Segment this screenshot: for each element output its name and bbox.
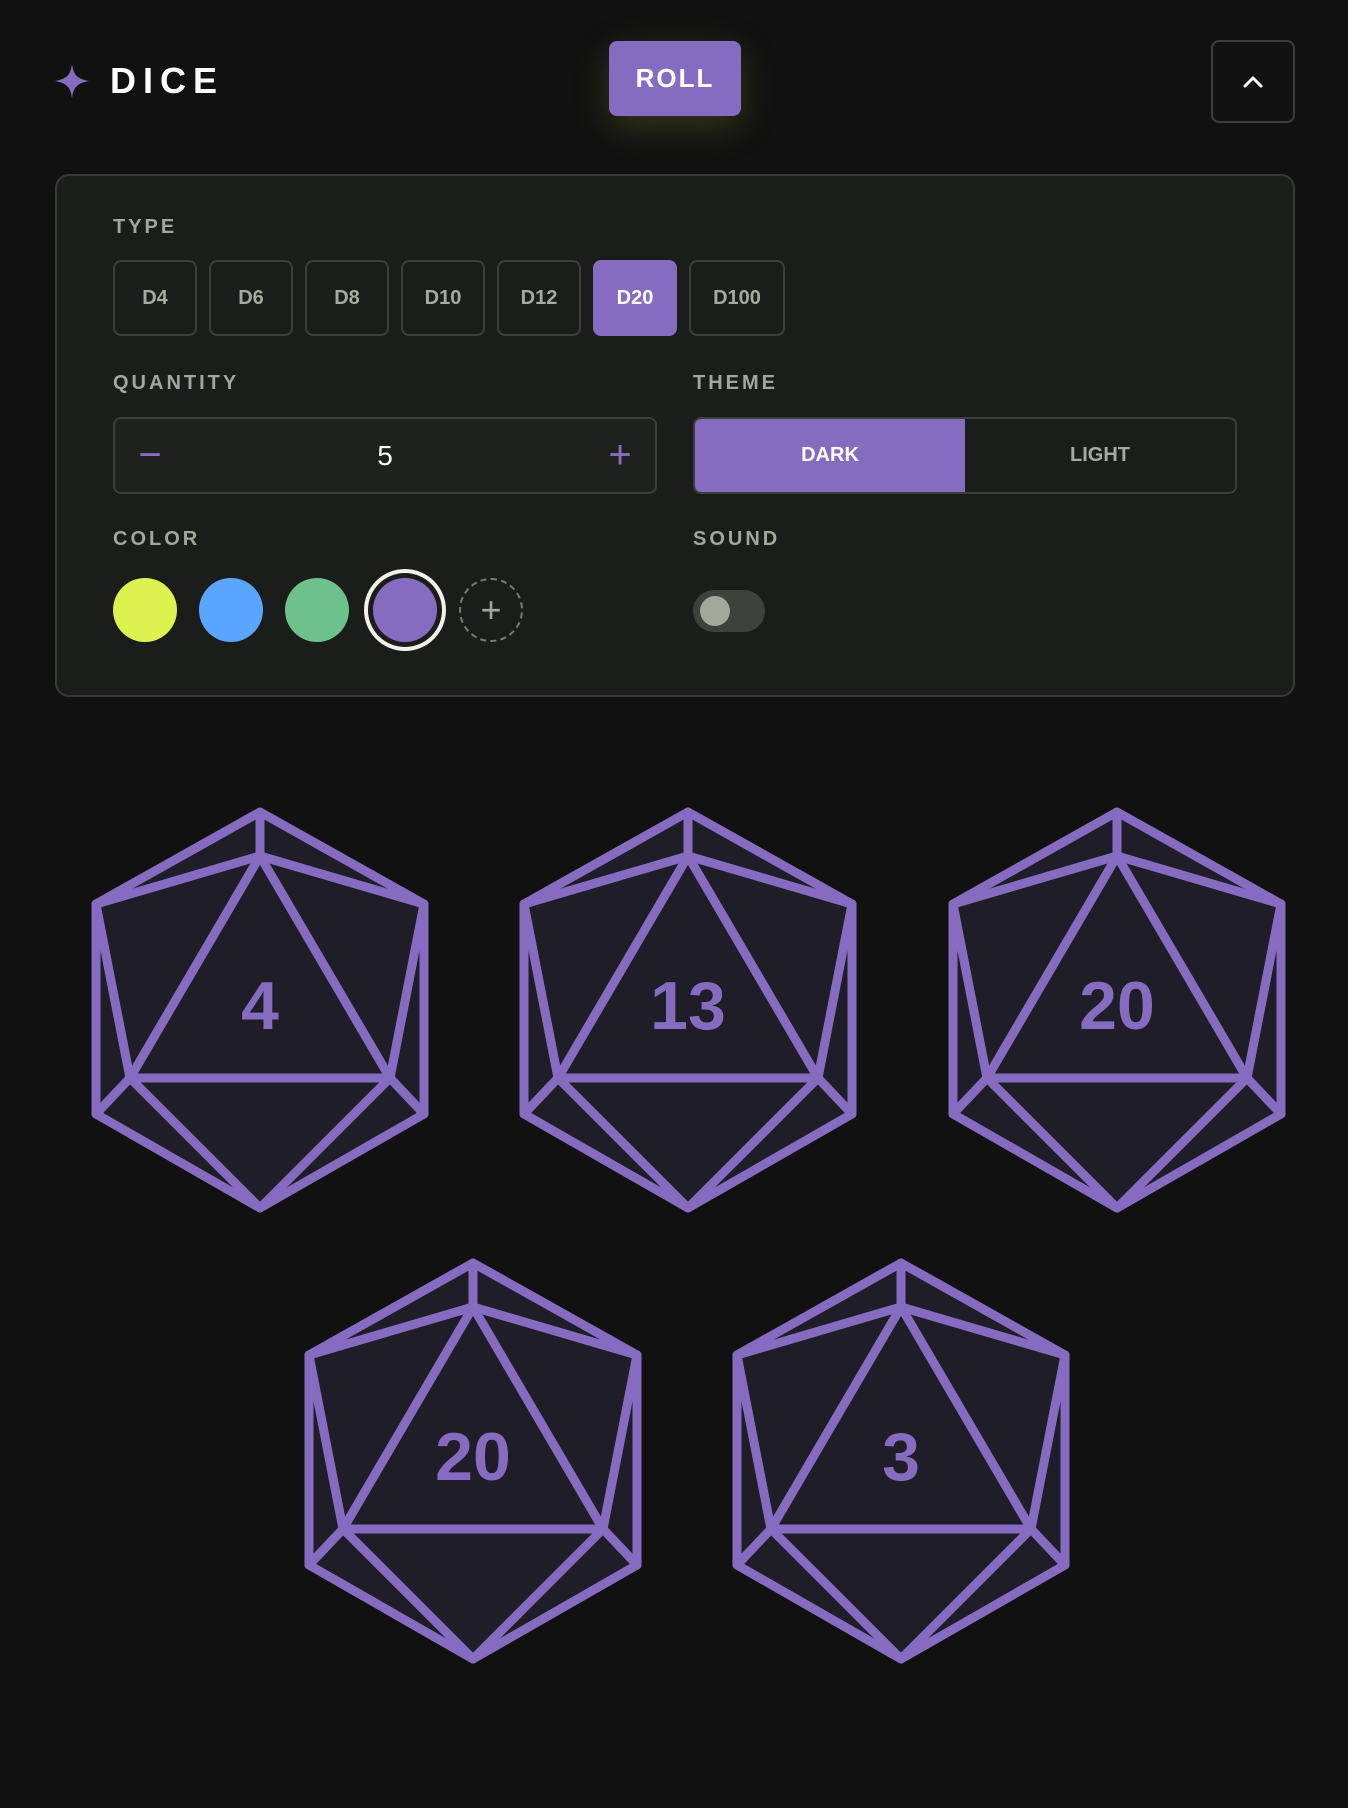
theme-toggle: DARK LIGHT	[693, 417, 1237, 494]
dice-type-d100-button[interactable]: D100	[689, 260, 785, 336]
color-label: COLOR	[113, 528, 201, 550]
d20-die[interactable]: 20	[293, 1257, 653, 1667]
color-swatch[interactable]	[285, 578, 349, 642]
d20-die[interactable]: 20	[937, 806, 1297, 1216]
sparkle-icon	[55, 64, 89, 98]
d20-die[interactable]: 13	[508, 806, 868, 1216]
die-value: 20	[1079, 968, 1155, 1044]
color-swatch[interactable]	[113, 578, 177, 642]
dice-type-d12-button[interactable]: D12	[497, 260, 581, 336]
theme-dark-option[interactable]: DARK	[695, 419, 965, 492]
dice-type-d4-button[interactable]: D4	[113, 260, 197, 336]
type-label: TYPE	[113, 216, 178, 238]
dice-type-selector: D4 D6 D8 D10 D12 D20 D100	[113, 260, 785, 336]
theme-label: THEME	[693, 372, 778, 394]
collapse-panel-button[interactable]	[1211, 40, 1295, 123]
quantity-value[interactable]: 5	[185, 419, 585, 492]
sound-label: SOUND	[693, 528, 781, 550]
color-swatch[interactable]	[199, 578, 263, 642]
die-value: 4	[241, 968, 279, 1044]
logo: DICE	[54, 60, 224, 102]
app-title: DICE	[110, 60, 225, 101]
app-header: DICE ROLL	[0, 0, 1348, 160]
die-value: 13	[650, 968, 726, 1044]
color-swatch[interactable]	[373, 578, 437, 642]
quantity-label: QUANTITY	[113, 372, 240, 394]
dice-type-d20-button[interactable]: D20	[593, 260, 677, 336]
quantity-increment-button[interactable]: +	[585, 419, 655, 492]
plus-icon: +	[480, 589, 502, 630]
die-value: 20	[435, 1419, 511, 1495]
toggle-knob	[700, 596, 730, 626]
quantity-stepper: − 5 +	[113, 417, 657, 494]
theme-light-option[interactable]: LIGHT	[965, 419, 1235, 492]
d20-die[interactable]: 4	[80, 806, 440, 1216]
die-value: 3	[882, 1419, 920, 1495]
dice-type-d10-button[interactable]: D10	[401, 260, 485, 336]
d20-die[interactable]: 3	[721, 1257, 1081, 1667]
roll-button[interactable]: ROLL	[609, 41, 741, 116]
settings-panel: TYPE D4 D6 D8 D10 D12 D20 D100 QUANTITY − 5 + …	[55, 174, 1295, 697]
quantity-decrement-button[interactable]: −	[115, 419, 185, 492]
chevron-up-icon	[1243, 76, 1263, 87]
dice-type-d8-button[interactable]: D8	[305, 260, 389, 336]
add-color-button[interactable]: +	[459, 578, 523, 642]
sound-toggle[interactable]	[693, 590, 765, 632]
dice-type-d6-button[interactable]: D6	[209, 260, 293, 336]
